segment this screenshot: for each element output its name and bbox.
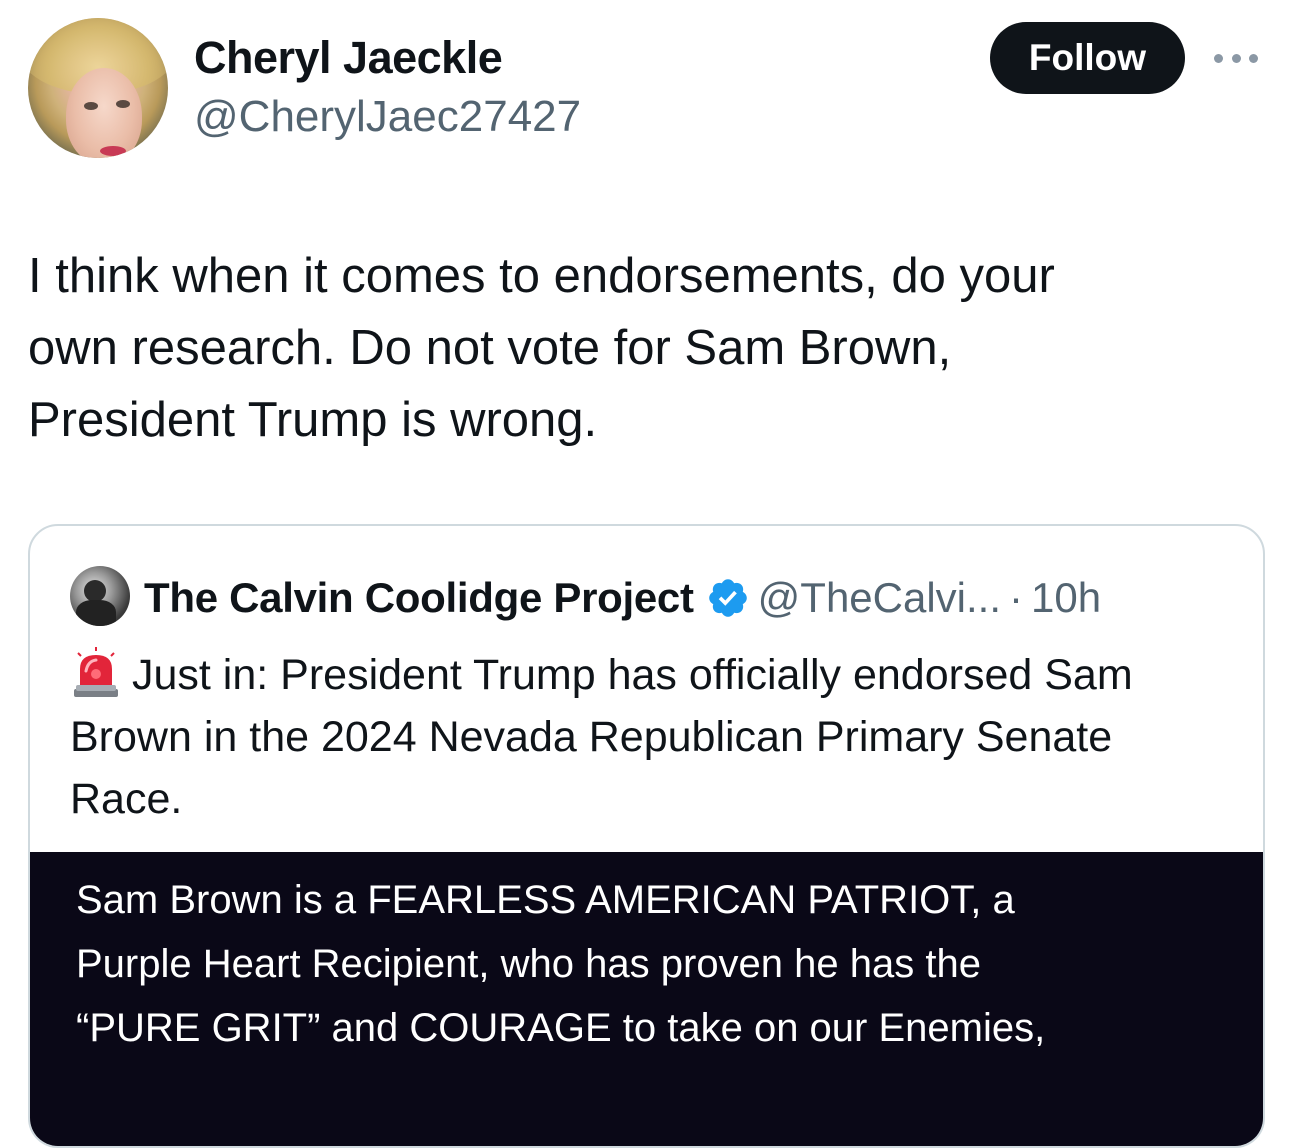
quoted-author-name[interactable]: The Calvin Coolidge Project xyxy=(144,574,694,622)
quoted-tweet-card[interactable]: The Calvin Coolidge Project @TheCalvi...… xyxy=(28,524,1265,1148)
avatar-eye-left xyxy=(84,102,98,110)
quoted-tweet-text: Just in: President Trump has officially … xyxy=(70,644,1230,830)
quoted-tweet-time[interactable]: 10h xyxy=(1031,574,1101,622)
avatar-face xyxy=(66,68,142,158)
tweet-text: I think when it comes to endorsements, d… xyxy=(28,249,1055,447)
verified-badge-icon xyxy=(708,579,747,617)
quoted-tweet-body: Just in: President Trump has officially … xyxy=(70,651,1133,823)
siren-emoji-icon xyxy=(74,647,118,697)
quoted-author-handle[interactable]: @TheCalvi... xyxy=(758,574,1001,622)
quoted-tweet-header: The Calvin Coolidge Project @TheCalvi...… xyxy=(144,570,1101,626)
avatar-eye-right xyxy=(116,100,130,108)
author-avatar[interactable] xyxy=(28,18,168,158)
separator-dot: · xyxy=(1009,574,1024,621)
more-dot xyxy=(1214,53,1223,63)
more-dot xyxy=(1249,53,1258,63)
quoted-author-avatar[interactable] xyxy=(70,566,130,626)
more-dot xyxy=(1231,53,1241,63)
avatar-figure-head xyxy=(84,580,106,602)
follow-button[interactable]: Follow xyxy=(990,22,1185,94)
author-name[interactable]: Cheryl Jaeckle xyxy=(194,32,503,84)
avatar-figure-body xyxy=(76,600,116,626)
avatar-lips xyxy=(100,146,126,156)
more-options-icon[interactable] xyxy=(1214,50,1258,66)
quoted-tweet-image[interactable]: Sam Brown is a FEARLESS AMERICAN PATRIOT… xyxy=(30,852,1263,1146)
author-handle[interactable]: @CherylJaec27427 xyxy=(194,92,581,142)
image-text: Sam Brown is a FEARLESS AMERICAN PATRIOT… xyxy=(76,878,1046,1050)
